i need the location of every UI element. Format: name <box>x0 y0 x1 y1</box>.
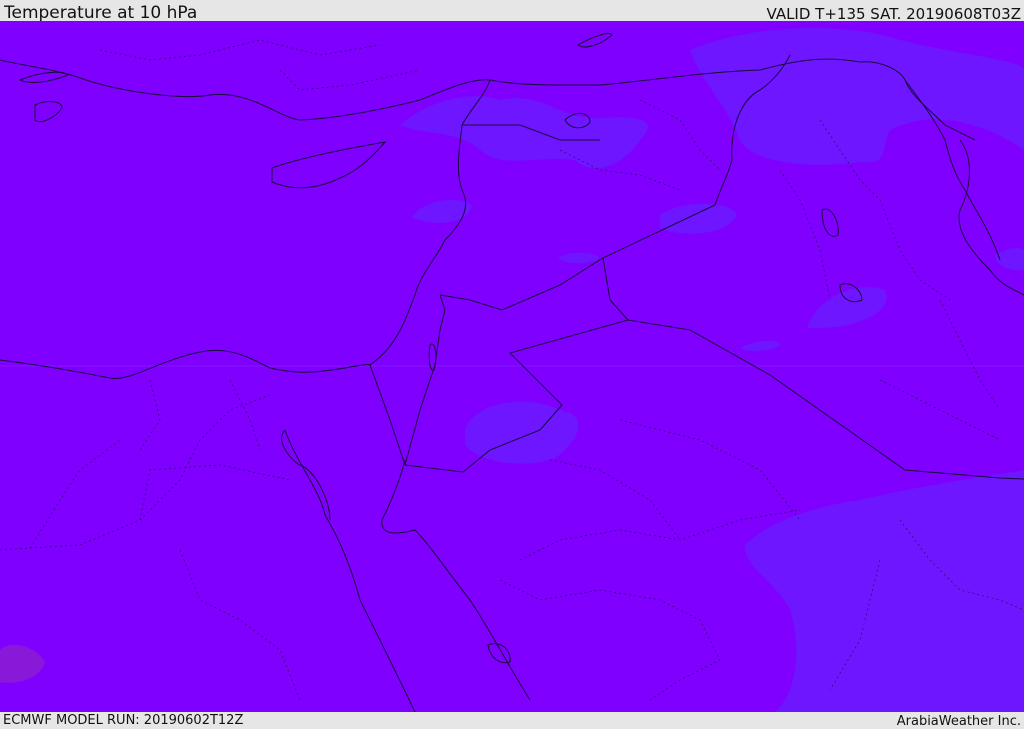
contour-lebanon <box>412 199 472 223</box>
footer-bar: ECMWF MODEL RUN: 20190602T12Z ArabiaWeat… <box>0 712 1024 729</box>
contour-syria <box>400 96 648 169</box>
border-egypt-israel <box>369 364 406 466</box>
map-canvas <box>0 28 1024 712</box>
border-israel-jordan <box>404 294 446 466</box>
border-syria-jordan <box>439 294 503 311</box>
contour-saudi-east <box>745 470 1024 712</box>
contour-small-2 <box>558 252 600 264</box>
cyprus-island <box>271 141 387 189</box>
contour-iraq-south <box>808 286 887 329</box>
contour-north-east <box>690 28 1024 165</box>
cold-patch <box>0 644 45 683</box>
contour-cold-west <box>0 644 45 683</box>
weather-map[interactable] <box>0 21 1024 712</box>
red-sea-island <box>487 643 511 664</box>
border-saudi-iraq <box>627 319 1024 480</box>
coast-red-sea-west <box>284 429 416 712</box>
border-jordan-iraq <box>602 257 629 321</box>
contour-jordan <box>465 401 579 464</box>
lake-iraq <box>821 208 839 237</box>
crete-area-island <box>18 71 70 83</box>
credit-label: ArabiaWeather Inc. <box>896 714 1021 729</box>
header-bar: Temperature at 10 hPa VALID T+135 SAT. 2… <box>0 0 1024 23</box>
black-sea-coast <box>577 32 613 48</box>
contour-iraq-west <box>660 203 737 234</box>
contour-small <box>740 340 780 352</box>
coast-north-africa <box>0 349 371 379</box>
map-title: Temperature at 10 hPa <box>4 3 198 23</box>
temperature-contours <box>400 28 1024 712</box>
coast-red-sea-east <box>381 459 531 701</box>
island-aegean <box>34 101 63 123</box>
model-run-label: ECMWF MODEL RUN: 20190602T12Z <box>3 713 244 728</box>
coast-persian-gulf <box>958 139 1024 296</box>
